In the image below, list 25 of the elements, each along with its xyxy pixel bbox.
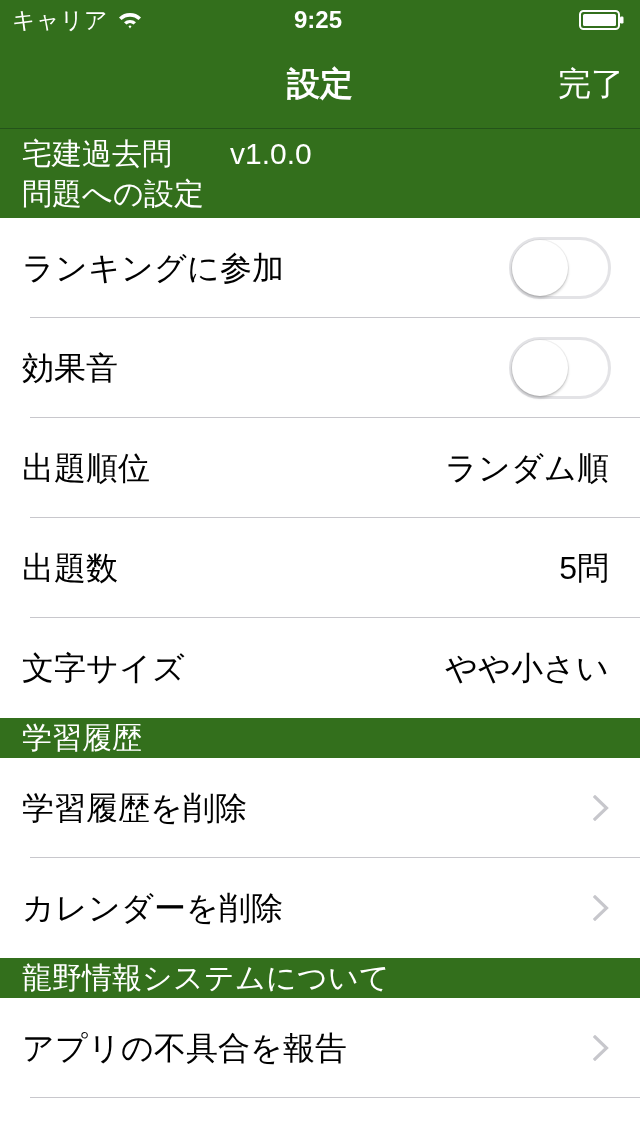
section-title: 龍野情報システムについて — [22, 960, 390, 996]
setting-value: やや小さい — [445, 649, 609, 688]
chevron-icon — [593, 1034, 609, 1061]
setting-label: 効果音 — [22, 348, 118, 388]
setting-label: ランキングに参加 — [22, 248, 284, 288]
chevron-icon — [593, 895, 609, 921]
chevron-icon — [593, 794, 609, 821]
nav-title: 設定 — [287, 64, 353, 104]
battery-icon — [579, 10, 624, 30]
app-name: 宅建過去問 — [22, 136, 172, 172]
setting-label[interactable]: アプリの不具合を報告 — [22, 1027, 347, 1068]
setting-label[interactable]: 文字サイズ — [22, 648, 185, 688]
setting-label[interactable]: カレンダーを削除 — [22, 888, 283, 928]
setting-value: 5問 — [559, 548, 609, 588]
setting-value: ランダム順 — [445, 448, 609, 488]
wifi-icon — [118, 11, 142, 29]
setting-label[interactable]: 出題数 — [22, 547, 118, 588]
version-label: v1.0.0 — [230, 136, 312, 172]
section-title: 学習履歴 — [22, 720, 142, 756]
carrier-label: キャリア — [12, 6, 108, 34]
setting-label[interactable]: 学習履歴を削除 — [22, 787, 247, 828]
setting-label[interactable]: 出題順位 — [22, 447, 150, 488]
time-label: 9:25 — [293, 6, 342, 34]
section-title: 問題への設定 — [22, 176, 204, 212]
done-button[interactable]: 完了 — [558, 64, 640, 104]
